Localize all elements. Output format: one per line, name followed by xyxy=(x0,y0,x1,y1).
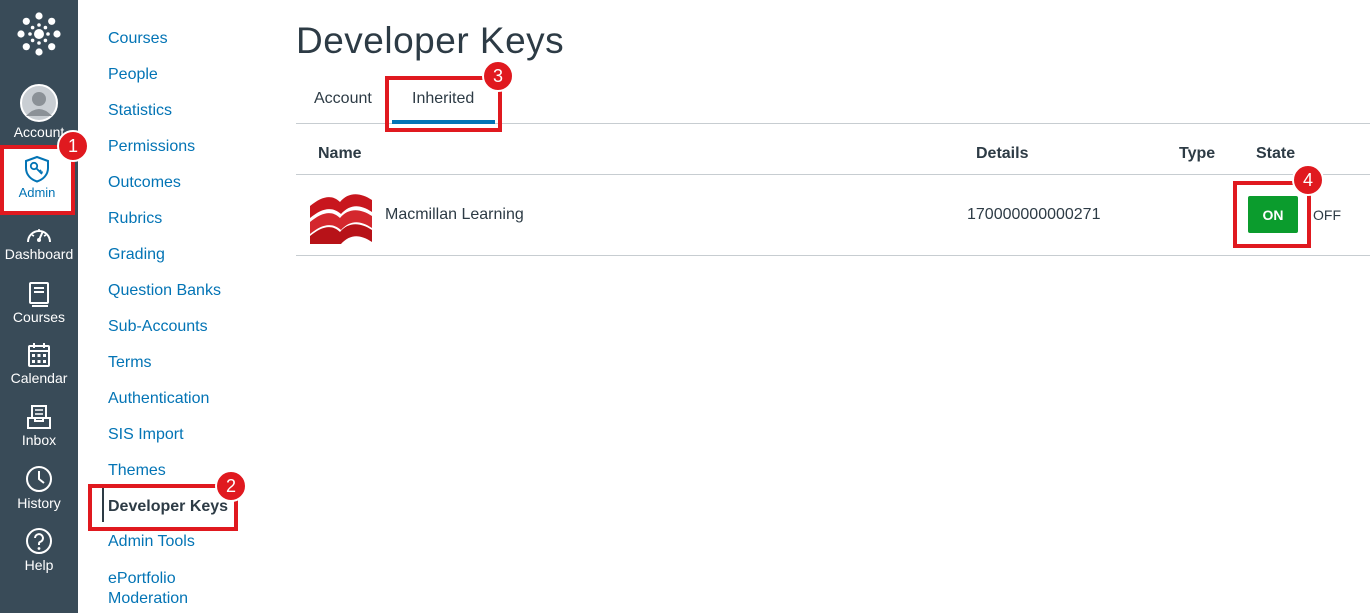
nav-history[interactable]: History xyxy=(0,465,78,511)
key-name: Macmillan Learning xyxy=(385,206,524,223)
subnav-authentication[interactable]: Authentication xyxy=(108,390,209,408)
calendar-icon xyxy=(28,343,50,367)
nav-calendar-label: Calendar xyxy=(10,370,68,386)
subnav-sis-import[interactable]: SIS Import xyxy=(108,426,184,444)
avatar xyxy=(20,84,58,122)
nav-courses-label: Courses xyxy=(12,309,66,325)
step-badge-3: 3 xyxy=(482,60,514,92)
subnav-courses[interactable]: Courses xyxy=(108,30,168,48)
subnav-eportfolio-moderation[interactable]: ePortfolio Moderation xyxy=(108,569,208,609)
active-tab-underline xyxy=(392,120,495,124)
subnav-outcomes[interactable]: Outcomes xyxy=(108,174,181,192)
step-badge-1: 1 xyxy=(57,130,89,162)
state-off-button[interactable]: OFF xyxy=(1313,207,1341,223)
canvas-logo-icon[interactable] xyxy=(0,12,78,56)
subnav-grading[interactable]: Grading xyxy=(108,246,165,264)
subnav-permissions[interactable]: Permissions xyxy=(108,138,195,156)
shield-key-icon xyxy=(25,155,49,183)
subnav-question-banks[interactable]: Question Banks xyxy=(108,282,221,300)
column-header-type: Type xyxy=(1179,145,1216,162)
nav-calendar[interactable]: Calendar xyxy=(0,342,78,386)
step-badge-4: 4 xyxy=(1292,164,1324,196)
courses-icon xyxy=(29,282,49,307)
table-row-divider xyxy=(296,255,1370,256)
inbox-icon xyxy=(27,405,51,429)
key-tabs: Account Inherited xyxy=(296,80,1370,124)
table-header-divider xyxy=(296,174,1370,175)
nav-help-label: Help xyxy=(24,557,54,573)
nav-history-label: History xyxy=(17,495,61,511)
dashboard-icon xyxy=(27,229,51,243)
nav-inbox-label: Inbox xyxy=(21,432,57,448)
subnav-developer-keys[interactable]: Developer Keys xyxy=(108,498,228,516)
nav-account-label: Account xyxy=(13,124,65,140)
nav-courses[interactable]: Courses xyxy=(0,281,78,325)
subnav-terms[interactable]: Terms xyxy=(108,354,152,372)
step-badge-2: 2 xyxy=(215,470,247,502)
nav-help[interactable]: Help xyxy=(0,527,78,573)
global-nav: Account Admin Dashboard Courses Calendar… xyxy=(0,0,78,613)
nav-admin-label: Admin xyxy=(18,185,56,200)
subnav-admin-tools[interactable]: Admin Tools xyxy=(108,533,195,551)
column-header-details: Details xyxy=(976,145,1029,162)
active-indicator xyxy=(102,488,104,522)
macmillan-logo-icon xyxy=(310,194,372,244)
subnav-sub-accounts[interactable]: Sub-Accounts xyxy=(108,318,208,336)
subnav-themes[interactable]: Themes xyxy=(108,462,166,480)
subnav-rubrics[interactable]: Rubrics xyxy=(108,210,162,228)
nav-dashboard-label: Dashboard xyxy=(4,246,74,262)
key-details: 170000000000271 xyxy=(967,206,1101,223)
state-on-button[interactable]: ON xyxy=(1248,196,1298,233)
nav-dashboard[interactable]: Dashboard xyxy=(0,224,78,262)
nav-inbox[interactable]: Inbox xyxy=(0,404,78,448)
subnav-statistics[interactable]: Statistics xyxy=(108,102,172,120)
column-header-name: Name xyxy=(318,145,362,162)
help-icon xyxy=(26,528,52,554)
column-header-state: State xyxy=(1256,145,1296,162)
account-nav: Courses People Statistics Permissions Ou… xyxy=(78,0,288,613)
page-title: Developer Keys xyxy=(296,20,565,61)
tab-account[interactable]: Account xyxy=(314,90,372,108)
clock-icon xyxy=(26,466,52,492)
subnav-people[interactable]: People xyxy=(108,66,158,84)
tab-inherited[interactable]: Inherited xyxy=(412,90,474,108)
